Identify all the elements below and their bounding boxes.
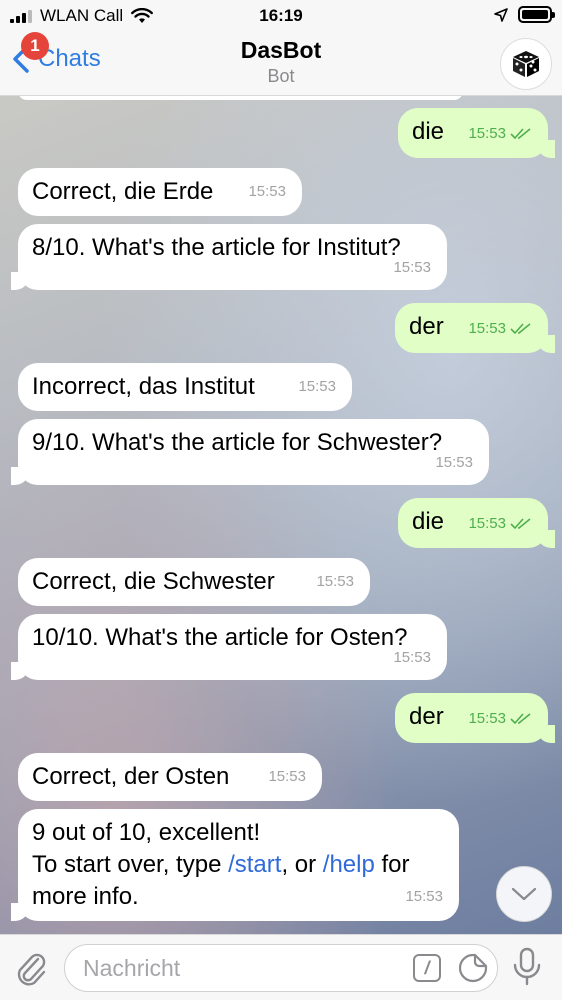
- microphone-icon[interactable]: [512, 947, 542, 987]
- bot-commands-icon[interactable]: /: [413, 954, 441, 982]
- chat-title-area[interactable]: DasBot Bot: [0, 37, 562, 87]
- message-input[interactable]: Nachricht /: [64, 944, 498, 992]
- composer: Nachricht /: [0, 934, 562, 1000]
- message-time: 15:53: [298, 378, 336, 395]
- message-line: To start over, type /start, or /help for: [32, 851, 410, 878]
- chat-subtitle: Bot: [267, 66, 295, 86]
- outgoing-message[interactable]: der 15:53: [395, 303, 555, 353]
- incoming-message[interactable]: Correct, der Osten 15:53: [18, 753, 322, 801]
- message-time: 15:53: [268, 768, 306, 785]
- location-icon: [494, 7, 508, 22]
- message-text: die: [412, 118, 445, 145]
- message-text: die: [412, 508, 445, 535]
- message-text: Correct, die Schwester: [32, 568, 275, 595]
- incoming-message[interactable]: 10/10. What's the article for Osten? 15:…: [11, 614, 447, 680]
- incoming-message[interactable]: 8/10. What's the article for Institut? 1…: [11, 224, 447, 290]
- message-text: 10/10. What's the article for Osten?: [32, 624, 408, 651]
- incoming-message[interactable]: 9 out of 10, excellent! To start over, t…: [11, 809, 459, 921]
- message-time: 15:53: [468, 320, 506, 337]
- incoming-message[interactable]: 9/10. What's the article for Schwester? …: [11, 419, 489, 485]
- chevron-down-icon: [511, 887, 537, 901]
- message-time: 15:53: [393, 649, 431, 666]
- read-checkmarks-icon: [510, 518, 531, 530]
- message-time: 15:53: [468, 710, 506, 727]
- outgoing-message[interactable]: der 15:53: [395, 693, 555, 743]
- message-time: 15:53: [435, 454, 473, 471]
- message-meta: 15:53: [468, 703, 532, 735]
- message-time: 15:53: [316, 573, 354, 590]
- outgoing-message[interactable]: die 15:53: [398, 108, 555, 158]
- scroll-to-bottom-button[interactable]: [496, 866, 552, 922]
- message-list[interactable]: die 15:53 Correct, die Erde 15:53 8/10. …: [0, 96, 562, 934]
- message-text: 9/10. What's the article for Schwester?: [32, 429, 443, 456]
- incoming-message[interactable]: Correct, die Schwester 15:53: [18, 558, 370, 606]
- message-meta: 15:53: [468, 313, 532, 345]
- dice-icon: [513, 51, 539, 77]
- read-checkmarks-icon: [510, 323, 531, 335]
- message-meta: 15:53: [468, 118, 532, 150]
- message-text: der: [409, 703, 444, 730]
- command-link-help[interactable]: /help: [323, 851, 375, 878]
- message-time: 15:53: [393, 259, 431, 276]
- outgoing-message[interactable]: die 15:53: [398, 498, 555, 548]
- message-time: 15:53: [468, 125, 506, 142]
- message-line: 9 out of 10, excellent!: [32, 819, 261, 846]
- battery-icon: [518, 6, 555, 23]
- message-meta: 15:53: [468, 508, 532, 540]
- message-text: Incorrect, das Institut: [32, 373, 255, 400]
- incoming-message[interactable]: Incorrect, das Institut 15:53: [18, 363, 352, 411]
- message-text: Correct, die Erde: [32, 178, 214, 205]
- chat-header: Chats 1 DasBot Bot: [0, 32, 562, 96]
- read-checkmarks-icon: [510, 128, 531, 140]
- message-text: Correct, der Osten: [32, 763, 230, 790]
- message-time: 15:53: [468, 515, 506, 532]
- message-time: 15:53: [405, 888, 443, 905]
- paperclip-icon[interactable]: [14, 949, 48, 987]
- incoming-message[interactable]: Correct, die Erde 15:53: [18, 168, 302, 216]
- message-time: 15:53: [248, 183, 286, 200]
- status-bar: WLAN Call 16:19: [0, 0, 562, 32]
- bot-avatar[interactable]: [500, 38, 552, 90]
- message-input-placeholder: Nachricht: [83, 955, 181, 981]
- message-text: 8/10. What's the article for Institut?: [32, 234, 401, 261]
- message-bubble-partial: [18, 96, 463, 100]
- command-link-start[interactable]: /start: [228, 851, 281, 878]
- clock: 16:19: [259, 6, 303, 25]
- chat-title: DasBot: [240, 37, 322, 63]
- sticker-icon[interactable]: [457, 952, 489, 984]
- message-line: more info.: [32, 883, 139, 910]
- message-text: der: [409, 313, 444, 340]
- read-checkmarks-icon: [510, 713, 531, 725]
